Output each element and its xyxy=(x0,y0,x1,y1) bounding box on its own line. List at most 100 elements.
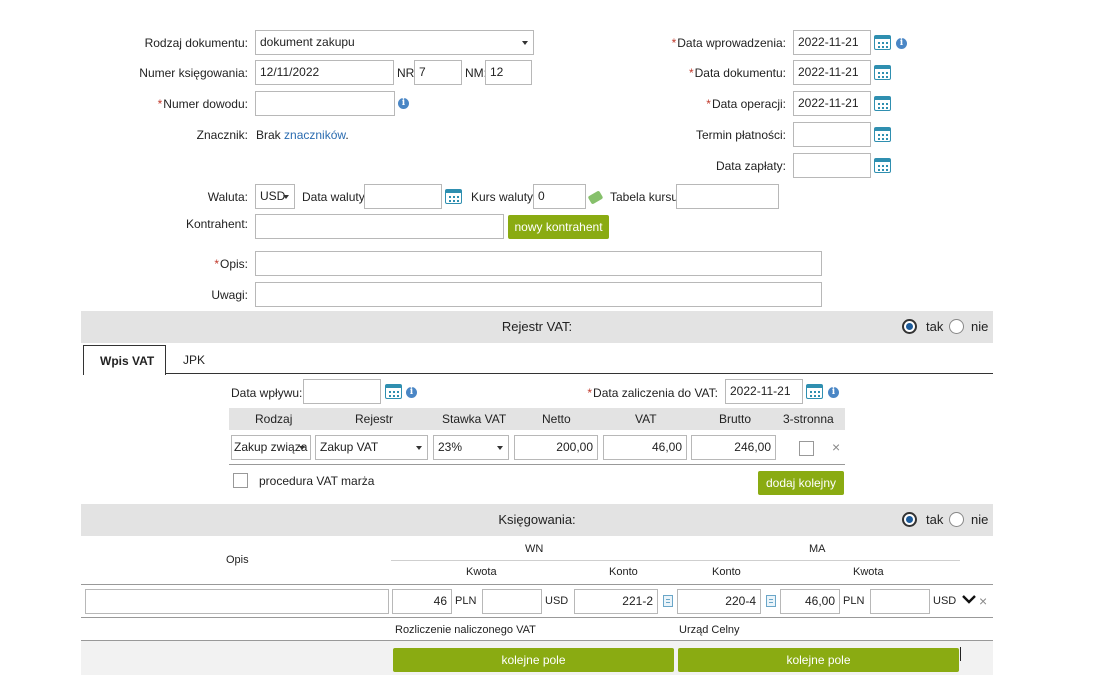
entry-date-label: *Data wprowadzenia: xyxy=(600,36,786,50)
col-header: Rodzaj xyxy=(255,412,293,426)
info-icon[interactable]: i xyxy=(828,387,839,398)
vat-register-no-radio[interactable] xyxy=(949,319,964,334)
info-icon[interactable]: i xyxy=(398,98,409,109)
calendar-icon[interactable] xyxy=(874,65,891,80)
rate-label: Kurs waluty: xyxy=(471,190,537,204)
close-icon[interactable]: × xyxy=(832,440,840,454)
currency-date-input[interactable] xyxy=(364,184,442,209)
col-header: Netto xyxy=(542,412,571,426)
doc-date-text: Data dokumentu: xyxy=(694,66,786,80)
receipt-date-input[interactable] xyxy=(303,379,381,404)
vat-row-divider xyxy=(229,464,845,465)
calendar-icon[interactable] xyxy=(874,127,891,142)
add-next-button[interactable]: dodaj kolejny xyxy=(758,471,844,495)
konto-ma-header: Konto xyxy=(712,566,741,578)
gross-amount-input[interactable]: 246,00 xyxy=(691,435,776,460)
doc-date-input[interactable]: 2022-11-21 xyxy=(793,60,871,85)
wn-account-input[interactable]: 221-2 xyxy=(574,589,658,614)
bookings-no-radio[interactable] xyxy=(949,512,964,527)
bookings-title: Księgowania: xyxy=(498,512,576,527)
calendar-icon[interactable] xyxy=(874,158,891,173)
required-mark: * xyxy=(214,257,219,271)
entry-date-text: Data wprowadzenia: xyxy=(677,36,786,50)
nm-input[interactable]: 12 xyxy=(485,60,532,85)
info-icon[interactable]: i xyxy=(896,38,907,49)
ma-foreign-input[interactable] xyxy=(870,589,930,614)
wn-currency-label: PLN xyxy=(455,595,477,607)
vat-register-select[interactable]: Zakup VAT xyxy=(315,435,428,460)
calendar-icon[interactable] xyxy=(385,384,402,399)
tab-wpis-vat[interactable]: Wpis VAT xyxy=(83,345,166,375)
close-icon[interactable]: × xyxy=(979,594,987,608)
ma-amount-input[interactable]: 46,00 xyxy=(780,589,840,614)
nr-input[interactable]: 7 xyxy=(414,60,462,85)
payment-date-label: Data zapłaty: xyxy=(715,159,786,173)
col-header: Rejestr xyxy=(355,412,394,426)
net-amount-input[interactable]: 200,00 xyxy=(514,435,598,460)
description-input[interactable] xyxy=(255,251,822,276)
currency-date-label: Data waluty: xyxy=(302,190,369,204)
calendar-icon[interactable] xyxy=(445,189,462,204)
proof-number-input[interactable] xyxy=(255,91,395,116)
bookings-header-divider xyxy=(391,560,960,561)
tags-link[interactable]: znaczników xyxy=(284,128,345,142)
text-cursor xyxy=(960,647,961,661)
next-field-wn-button[interactable]: kolejne pole xyxy=(393,648,674,672)
ma-account-name: Urząd Celny xyxy=(679,624,740,636)
tripartite-checkbox[interactable] xyxy=(799,441,814,456)
receipt-date-label: Data wpływu: xyxy=(231,386,303,400)
required-mark: * xyxy=(688,66,694,80)
payment-term-input[interactable] xyxy=(793,122,871,147)
new-contractor-button[interactable]: nowy kontrahent xyxy=(508,215,609,239)
doc-type-select[interactable]: dokument zakupu xyxy=(255,30,534,55)
payment-date-input[interactable] xyxy=(793,153,871,178)
calendar-icon[interactable] xyxy=(874,35,891,50)
money-icon[interactable] xyxy=(587,190,604,205)
ma-account-input[interactable]: 220-4 xyxy=(677,589,761,614)
bookings-yes-radio[interactable] xyxy=(902,512,917,527)
vat-type-value: Zakup związa xyxy=(234,440,308,454)
info-icon[interactable]: i xyxy=(406,387,417,398)
doc-date-label: *Data dokumentu: xyxy=(600,66,786,80)
bookings-no-label: nie xyxy=(971,512,989,527)
vat-register-yes-radio[interactable] xyxy=(902,319,917,334)
booking-description-input[interactable] xyxy=(85,589,389,614)
tab-label: JPK xyxy=(183,353,206,367)
calendar-icon[interactable] xyxy=(874,96,891,111)
nm-label: NM: xyxy=(465,66,487,80)
bookings-header-bottom xyxy=(81,584,993,585)
vat-register-no-label: nie xyxy=(971,319,989,334)
bookings-ma-header: MA xyxy=(809,543,826,555)
bookings-row-divider xyxy=(81,617,993,618)
bookings-bar: Księgowania: tak nie xyxy=(81,504,993,536)
operation-date-text: Data operacji: xyxy=(711,97,786,111)
col-header: Stawka VAT xyxy=(442,412,507,426)
account-picker-icon[interactable] xyxy=(766,595,776,607)
currency-label: Waluta: xyxy=(207,190,248,204)
chevron-down-icon[interactable] xyxy=(962,593,976,607)
booking-number-input[interactable]: 12/11/2022 xyxy=(255,60,394,85)
notes-input[interactable] xyxy=(255,282,822,307)
rate-table-input[interactable] xyxy=(676,184,779,209)
required-mark: * xyxy=(671,36,677,50)
next-field-ma-button[interactable]: kolejne pole xyxy=(678,648,959,672)
vat-inclusion-date-input[interactable]: 2022-11-21 xyxy=(725,379,803,404)
contractor-input[interactable] xyxy=(255,214,504,239)
margin-procedure-checkbox[interactable] xyxy=(233,473,248,488)
wn-foreign-input[interactable] xyxy=(482,589,542,614)
doc-type-label: Rodzaj dokumentu: xyxy=(144,36,248,50)
vat-rate-select[interactable]: 23% xyxy=(433,435,509,460)
tab-jpk[interactable]: JPK xyxy=(168,345,218,373)
vat-amount-input[interactable]: 46,00 xyxy=(603,435,687,460)
calendar-icon[interactable] xyxy=(806,384,823,399)
wn-amount-input[interactable]: 46 xyxy=(392,589,452,614)
entry-date-input[interactable]: 2022-11-21 xyxy=(793,30,871,55)
operation-date-input[interactable]: 2022-11-21 xyxy=(793,91,871,116)
account-picker-icon[interactable] xyxy=(663,595,673,607)
currency-select[interactable]: USD xyxy=(255,184,295,209)
vat-type-select[interactable]: Zakup związa xyxy=(231,435,311,460)
kwota-ma-header: Kwota xyxy=(853,566,884,578)
wn-account-name: Rozliczenie naliczonego VAT xyxy=(395,624,536,636)
rate-input[interactable]: 0 xyxy=(533,184,586,209)
description-label: *Opis: xyxy=(150,257,248,271)
